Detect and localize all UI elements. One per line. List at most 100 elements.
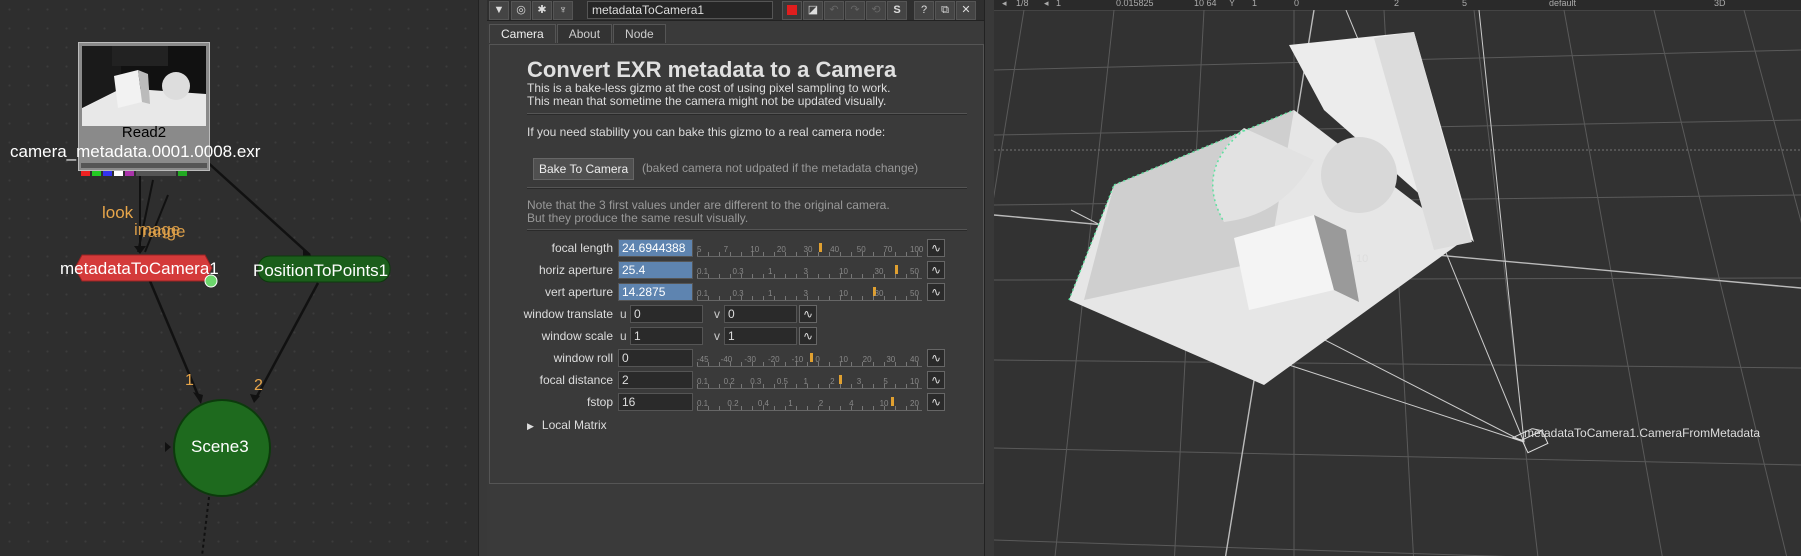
slider-tick-label: 0.3 xyxy=(732,289,744,298)
knob-row-vert-aperture: vert aperture 14.2875 0.1 0.3 1 3 10 30 50 ∿ xyxy=(490,283,983,301)
point-cloud xyxy=(1068,32,1474,385)
meta-node-name: metadataToCamera1 xyxy=(60,259,219,278)
bake-to-camera-button[interactable]: Bake To Camera xyxy=(533,158,635,180)
slider-tick-label: 10 xyxy=(839,267,848,276)
node-name-input[interactable]: metadataToCamera1 xyxy=(587,1,773,19)
tab-camera[interactable]: Camera xyxy=(489,24,556,43)
tab-about[interactable]: About xyxy=(556,24,613,43)
slider-tick-label: 0.4 xyxy=(757,399,769,408)
slider-tick-label: 30 xyxy=(803,245,813,254)
slider-tick-label: -10 xyxy=(791,355,804,364)
slider-handle[interactable] xyxy=(809,353,813,362)
slider-handle[interactable] xyxy=(818,243,822,252)
slider-tick-label: 10 xyxy=(839,355,848,364)
animation-curve-icon[interactable]: ∿ xyxy=(927,349,945,367)
animation-curve-icon[interactable]: ∿ xyxy=(927,393,945,411)
lut-dropdown[interactable]: default xyxy=(1549,0,1576,8)
y-field[interactable]: 1 xyxy=(1252,0,1257,8)
close-icon[interactable]: ✕ xyxy=(956,1,976,20)
animation-curve-icon[interactable]: ∿ xyxy=(927,239,945,257)
horiz-aperture-label: horiz aperture xyxy=(538,263,613,277)
points-node-name: PositionToPoints1 xyxy=(253,261,389,280)
frame-ratio[interactable]: 1/8 xyxy=(1016,0,1029,8)
focal-length-slider[interactable]: 5 7 10 20 30 40 50 70 100 xyxy=(697,240,923,257)
focal-distance-field[interactable]: 2 xyxy=(618,371,693,389)
slider-tick-label: 0.3 xyxy=(732,267,744,276)
scene-input-1-label: 1 xyxy=(185,372,194,389)
slider-handle[interactable] xyxy=(895,265,898,274)
e-field[interactable]: 5 xyxy=(1462,0,1467,8)
window-scale-u-field[interactable]: 1 xyxy=(630,327,703,345)
pipe-scene-output xyxy=(201,496,210,556)
slider-tick-label: 0.1 xyxy=(697,289,709,298)
window-translate-v-field[interactable]: 0 xyxy=(724,305,797,323)
frame-field[interactable]: 1 xyxy=(1056,0,1061,8)
divider xyxy=(527,229,967,231)
knob-row-fstop: fstop 16 0.1 0.2 0.4 1 2 4 10 20 ∿ xyxy=(490,393,983,411)
view-mode-dropdown[interactable]: 3D xyxy=(1714,0,1726,8)
help-icon[interactable]: ? xyxy=(914,1,934,20)
animation-curve-icon[interactable]: ∿ xyxy=(927,261,945,279)
redo-icon[interactable]: ↷ xyxy=(845,1,865,20)
range-field[interactable]: 10 64 xyxy=(1194,0,1217,8)
vert-aperture-slider[interactable]: 0.1 0.3 1 3 10 30 50 xyxy=(697,284,922,301)
pipe-read-to-points xyxy=(204,159,311,256)
undo-icon[interactable]: ↶ xyxy=(824,1,844,20)
slider-tick-label: 30 xyxy=(874,289,884,298)
description-line-1: This is a bake-less gizmo at the cost of… xyxy=(527,81,891,95)
animation-curve-icon[interactable]: ∿ xyxy=(927,283,945,301)
gizmo-title: Convert EXR metadata to a Camera xyxy=(527,57,897,82)
frame-arrow-icon[interactable]: ◂ xyxy=(1002,0,1007,9)
collapse-arrow-icon[interactable]: ▼ xyxy=(489,1,509,20)
knob-row-horiz-aperture: horiz aperture 25.4 0.1 0.3 1 3 10 30 50 ∿ xyxy=(490,261,983,279)
revert-icon[interactable]: ⟲ xyxy=(866,1,886,20)
script-icon[interactable]: S xyxy=(887,1,907,20)
d-field[interactable]: 2 xyxy=(1394,0,1399,8)
float-icon[interactable]: ⧉ xyxy=(935,1,955,20)
slider-handle[interactable] xyxy=(838,375,842,384)
slider-handle[interactable] xyxy=(890,397,894,406)
animation-curve-icon[interactable]: ∿ xyxy=(799,327,817,345)
horiz-aperture-field[interactable]: 25.4 xyxy=(618,261,693,279)
color-picker-icon[interactable]: ◪ xyxy=(803,1,823,20)
window-scale-v-field[interactable]: 1 xyxy=(724,327,797,345)
pin-icon[interactable]: ♆ xyxy=(553,1,573,20)
slider-tick-label: 10 xyxy=(879,399,889,408)
focal-distance-label: focal distance xyxy=(539,373,613,387)
description-line-2: This mean that sometime the camera might… xyxy=(527,94,887,108)
fstop-field[interactable]: 16 xyxy=(618,393,693,411)
divider xyxy=(527,113,967,115)
window-roll-slider[interactable]: -45 -40 -30 -20 -10 0 10 20 30 40 xyxy=(697,350,922,367)
vert-aperture-label: vert aperture xyxy=(544,285,613,299)
animation-curve-icon[interactable]: ∿ xyxy=(799,305,817,323)
slider-tick-label: 0.1 xyxy=(697,377,709,386)
c-field[interactable]: 0 xyxy=(1294,0,1299,8)
focal-length-field[interactable]: 24.6944388 xyxy=(618,239,693,257)
window-translate-u-field[interactable]: 0 xyxy=(630,305,703,323)
frame-arrow-icon[interactable]: ◂ xyxy=(1044,0,1049,9)
knob-row-window-scale: window scale u 1 v 1 ∿ xyxy=(490,327,983,345)
color-swatch-icon[interactable] xyxy=(782,1,802,20)
node-icon[interactable]: ✱ xyxy=(532,1,552,20)
channel-indicator xyxy=(81,163,207,176)
slider-tick-label: 50 xyxy=(910,289,919,298)
focal-distance-slider[interactable]: 0.1 0.2 0.3 0.5 1 2 3 5 10 xyxy=(697,372,922,389)
gain-field[interactable]: 0.015825 xyxy=(1116,0,1154,8)
vert-aperture-field[interactable]: 14.2875 xyxy=(618,283,693,301)
slider-tick-label: 2 xyxy=(818,399,824,408)
fstop-slider[interactable]: 0.1 0.2 0.4 1 2 4 10 20 xyxy=(697,394,922,411)
window-roll-field[interactable]: 0 xyxy=(618,349,693,367)
node-graph-panel[interactable]: Read2 camera_metadata.0001.0008.exr look… xyxy=(0,0,478,556)
viewer-3d[interactable]: ◂ 1/8 ◂ 1 0.015825 10 64 Y 1 0 2 5 defau… xyxy=(994,0,1801,556)
horiz-aperture-slider[interactable]: 0.1 0.3 1 3 10 30 50 xyxy=(697,262,922,279)
u-label: u xyxy=(620,329,627,343)
note-line-2: But they produce the same result visuall… xyxy=(527,211,749,225)
slider-tick-label: 20 xyxy=(862,355,872,364)
window-scale-label: window scale xyxy=(541,329,613,343)
animation-curve-icon[interactable]: ∿ xyxy=(927,371,945,389)
tab-node[interactable]: Node xyxy=(613,24,666,43)
slider-tick-label: -40 xyxy=(720,355,733,364)
local-matrix-toggle[interactable]: ▶ Local Matrix xyxy=(527,418,607,432)
slider-tick-label: 50 xyxy=(856,245,866,254)
viewer-icon[interactable]: ◎ xyxy=(511,1,531,20)
